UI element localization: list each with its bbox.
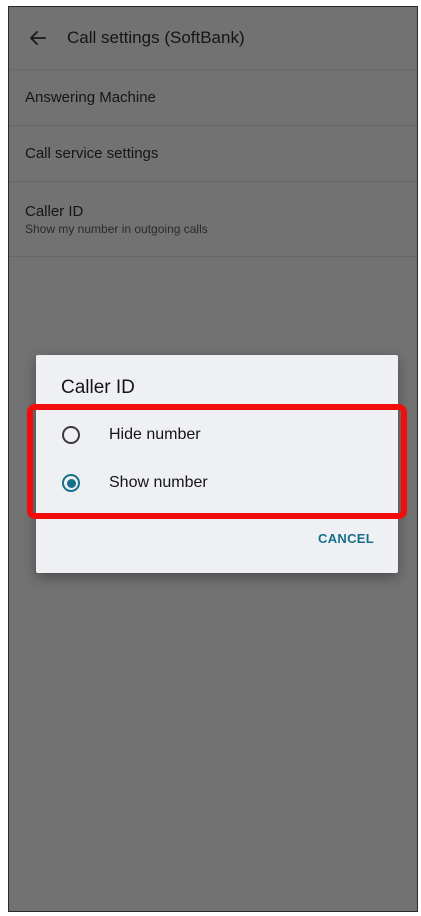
radio-checked-icon[interactable] bbox=[62, 474, 80, 492]
settings-item-call-service-settings[interactable]: Call service settings bbox=[9, 126, 417, 182]
phone-screen: Call settings (SoftBank) Answering Machi… bbox=[8, 6, 418, 912]
settings-item-summary: Show my number in outgoing calls bbox=[25, 221, 208, 236]
settings-item-title: Call service settings bbox=[25, 145, 159, 162]
option-show-number[interactable]: Show number bbox=[36, 459, 398, 507]
caller-id-dialog: Caller ID Hide number Show number CANCEL bbox=[27, 355, 407, 573]
arrow-left-icon bbox=[29, 30, 46, 46]
settings-item-answering-machine[interactable]: Answering Machine bbox=[9, 70, 417, 126]
option-label: Hide number bbox=[109, 426, 201, 443]
settings-item-caller-id[interactable]: Caller ID Show my number in outgoing cal… bbox=[9, 182, 417, 257]
back-button[interactable] bbox=[9, 7, 67, 69]
dialog-title: Caller ID bbox=[61, 377, 135, 398]
settings-item-title: Answering Machine bbox=[25, 89, 156, 106]
radio-dot bbox=[66, 478, 76, 488]
page-title: Call settings (SoftBank) bbox=[67, 28, 245, 47]
cancel-button[interactable]: CANCEL bbox=[318, 531, 374, 546]
radio-unchecked-icon[interactable] bbox=[62, 426, 80, 444]
settings-item-title: Caller ID bbox=[25, 202, 84, 220]
app-bar: Call settings (SoftBank) bbox=[9, 7, 417, 70]
option-hide-number[interactable]: Hide number bbox=[36, 411, 398, 459]
option-label: Show number bbox=[109, 474, 208, 491]
